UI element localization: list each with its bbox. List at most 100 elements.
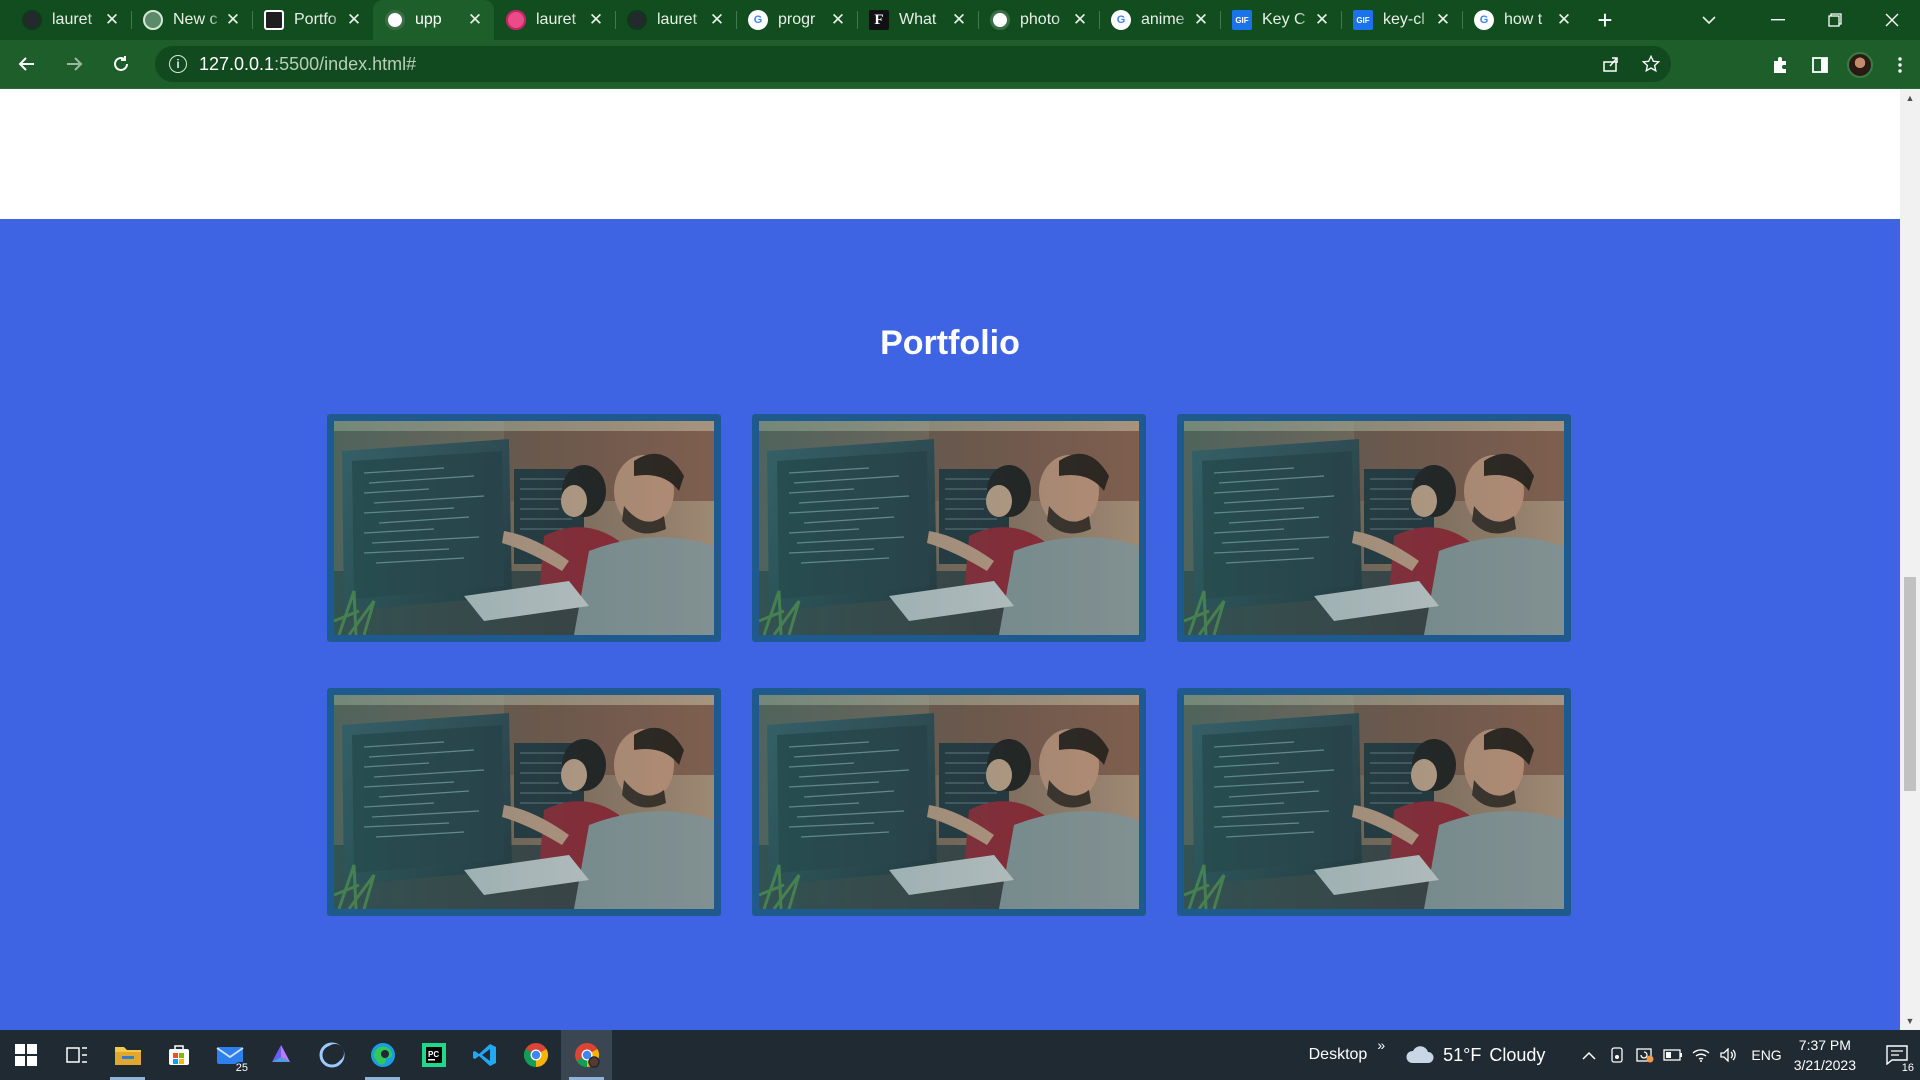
tab-close-icon[interactable]: ✕ bbox=[466, 10, 484, 29]
share-icon[interactable] bbox=[1591, 44, 1631, 84]
edge-icon bbox=[370, 1043, 395, 1067]
extensions-puzzle-icon[interactable] bbox=[1760, 45, 1800, 85]
system-tray: Desktop » 51°F Cloudy ENG 7:37 PM 3/21/2… bbox=[1309, 1030, 1920, 1080]
browser-tab[interactable]: photo ✕ bbox=[978, 0, 1099, 40]
tab-close-icon[interactable]: ✕ bbox=[1192, 10, 1210, 29]
volume-icon[interactable] bbox=[1715, 1030, 1743, 1080]
bookmark-star-icon[interactable] bbox=[1631, 44, 1671, 84]
tab-close-icon[interactable]: ✕ bbox=[829, 10, 847, 29]
tab-close-icon[interactable]: ✕ bbox=[103, 10, 121, 29]
portfolio-grid bbox=[327, 414, 1571, 916]
tab-close-icon[interactable]: ✕ bbox=[224, 10, 242, 29]
chrome-app[interactable] bbox=[510, 1030, 561, 1080]
device-icon[interactable] bbox=[1603, 1030, 1631, 1080]
tab-title: progr bbox=[778, 11, 816, 28]
github-icon bbox=[627, 10, 647, 30]
portfolio-card[interactable] bbox=[327, 688, 721, 916]
portfolio-card[interactable] bbox=[1177, 688, 1571, 916]
wifi-icon[interactable] bbox=[1687, 1030, 1715, 1080]
battery-icon[interactable] bbox=[1659, 1030, 1687, 1080]
microsoft-store-app[interactable] bbox=[153, 1030, 204, 1080]
store-icon bbox=[168, 1045, 189, 1065]
reload-button[interactable] bbox=[101, 44, 141, 84]
moon-ring-icon bbox=[319, 1042, 344, 1068]
dribbble-icon bbox=[506, 10, 526, 30]
file-explorer-app[interactable] bbox=[102, 1030, 153, 1080]
browser-tab[interactable]: F What ✕ bbox=[857, 0, 978, 40]
profile-avatar[interactable] bbox=[1840, 45, 1880, 85]
codepen-icon bbox=[264, 10, 284, 30]
cortana-app[interactable] bbox=[306, 1030, 357, 1080]
close-window-button[interactable] bbox=[1863, 0, 1920, 40]
url-path: :5500/index.html# bbox=[274, 53, 417, 74]
scroll-down-arrow-icon[interactable]: ▼ bbox=[1900, 1012, 1920, 1030]
portfolio-card[interactable] bbox=[327, 414, 721, 642]
notification-center-button[interactable]: 16 bbox=[1874, 1030, 1920, 1080]
tab-title: how t bbox=[1504, 11, 1543, 28]
notification-count-badge: 16 bbox=[1899, 1062, 1916, 1074]
scrollbar-thumb[interactable] bbox=[1904, 577, 1916, 791]
copilot-icon bbox=[271, 1045, 290, 1062]
tab-close-icon[interactable]: ✕ bbox=[1071, 10, 1089, 29]
weather-widget[interactable]: 51°F Cloudy bbox=[1405, 1045, 1545, 1066]
windows-taskbar: 25 PC Desktop » 51°F Cloudy ENG 7:37 PM … bbox=[0, 1030, 1920, 1080]
edge-app[interactable] bbox=[357, 1030, 408, 1080]
portfolio-image bbox=[1184, 695, 1564, 909]
portfolio-card[interactable] bbox=[752, 688, 1146, 916]
tab-title: Key C bbox=[1262, 11, 1306, 28]
show-hidden-icons-chevron-icon[interactable] bbox=[1575, 1030, 1603, 1080]
tab-title: photo bbox=[1020, 11, 1061, 28]
tab-close-icon[interactable]: ✕ bbox=[1313, 10, 1331, 29]
tab-close-icon[interactable]: ✕ bbox=[950, 10, 968, 29]
site-info-icon[interactable]: i bbox=[169, 55, 187, 73]
chrome-menu-icon[interactable] bbox=[1880, 45, 1920, 85]
tab-title: anime bbox=[1141, 11, 1185, 28]
browser-tab[interactable]: Portfo ✕ bbox=[252, 0, 373, 40]
tab-close-icon[interactable]: ✕ bbox=[1555, 10, 1573, 29]
forward-button[interactable] bbox=[54, 44, 94, 84]
browser-tab[interactable]: Ganime ✕ bbox=[1099, 0, 1220, 40]
new-tab-button[interactable]: + bbox=[1587, 0, 1623, 40]
windows-logo-icon bbox=[14, 1044, 37, 1066]
tab-close-icon[interactable]: ✕ bbox=[345, 10, 363, 29]
tab-close-icon[interactable]: ✕ bbox=[587, 10, 605, 29]
browser-tab[interactable]: lauret ✕ bbox=[494, 0, 615, 40]
start-button[interactable] bbox=[0, 1030, 51, 1080]
browser-tab[interactable]: lauret ✕ bbox=[615, 0, 736, 40]
vscode-app[interactable] bbox=[459, 1030, 510, 1080]
browser-tab[interactable]: Gprogr ✕ bbox=[736, 0, 857, 40]
pycharm-app[interactable]: PC bbox=[408, 1030, 459, 1080]
minimize-button[interactable] bbox=[1749, 0, 1806, 40]
address-bar[interactable]: i 127.0.0.1:5500/index.html# bbox=[155, 46, 1671, 82]
weather-condition: Cloudy bbox=[1489, 1044, 1546, 1065]
portfolio-card[interactable] bbox=[1177, 414, 1571, 642]
tab-search-icon[interactable] bbox=[1689, 12, 1729, 28]
chrome-active-window[interactable] bbox=[561, 1030, 612, 1080]
tab-close-icon[interactable]: ✕ bbox=[1434, 10, 1452, 29]
desktop-toolbar-label[interactable]: Desktop bbox=[1309, 1046, 1368, 1064]
scroll-up-arrow-icon[interactable]: ▲ bbox=[1900, 89, 1920, 107]
taskbar-clock[interactable]: 7:37 PM 3/21/2023 bbox=[1794, 1035, 1856, 1075]
portfolio-card[interactable] bbox=[752, 414, 1146, 642]
gif-icon: GIF bbox=[1232, 10, 1252, 30]
tab-title: upp bbox=[415, 11, 442, 28]
back-button[interactable] bbox=[7, 44, 47, 84]
task-view-icon bbox=[65, 1047, 87, 1063]
update-alert-icon[interactable] bbox=[1631, 1030, 1659, 1080]
tab-close-icon[interactable]: ✕ bbox=[708, 10, 726, 29]
browser-tab[interactable]: GIF Key C ✕ bbox=[1220, 0, 1341, 40]
input-language[interactable]: ENG bbox=[1751, 1047, 1781, 1063]
browser-tab[interactable]: upp ✕ bbox=[373, 0, 494, 40]
browser-tab[interactable]: lauret ✕ bbox=[10, 0, 131, 40]
browser-tab[interactable]: New c ✕ bbox=[131, 0, 252, 40]
mail-app[interactable]: 25 bbox=[204, 1030, 255, 1080]
browser-tab[interactable]: GIF key-cl ✕ bbox=[1341, 0, 1462, 40]
task-view-button[interactable] bbox=[51, 1030, 102, 1080]
restore-button[interactable] bbox=[1806, 0, 1863, 40]
page-scrollbar[interactable]: ▲ ▼ bbox=[1900, 89, 1920, 1030]
browser-tab[interactable]: Ghow t ✕ bbox=[1462, 0, 1583, 40]
clock-date: 3/21/2023 bbox=[1793, 1057, 1856, 1073]
side-panel-icon[interactable] bbox=[1800, 45, 1840, 85]
copilot-app[interactable] bbox=[255, 1030, 306, 1080]
toolbar-overflow-chevron-icon[interactable]: » bbox=[1377, 1037, 1385, 1053]
